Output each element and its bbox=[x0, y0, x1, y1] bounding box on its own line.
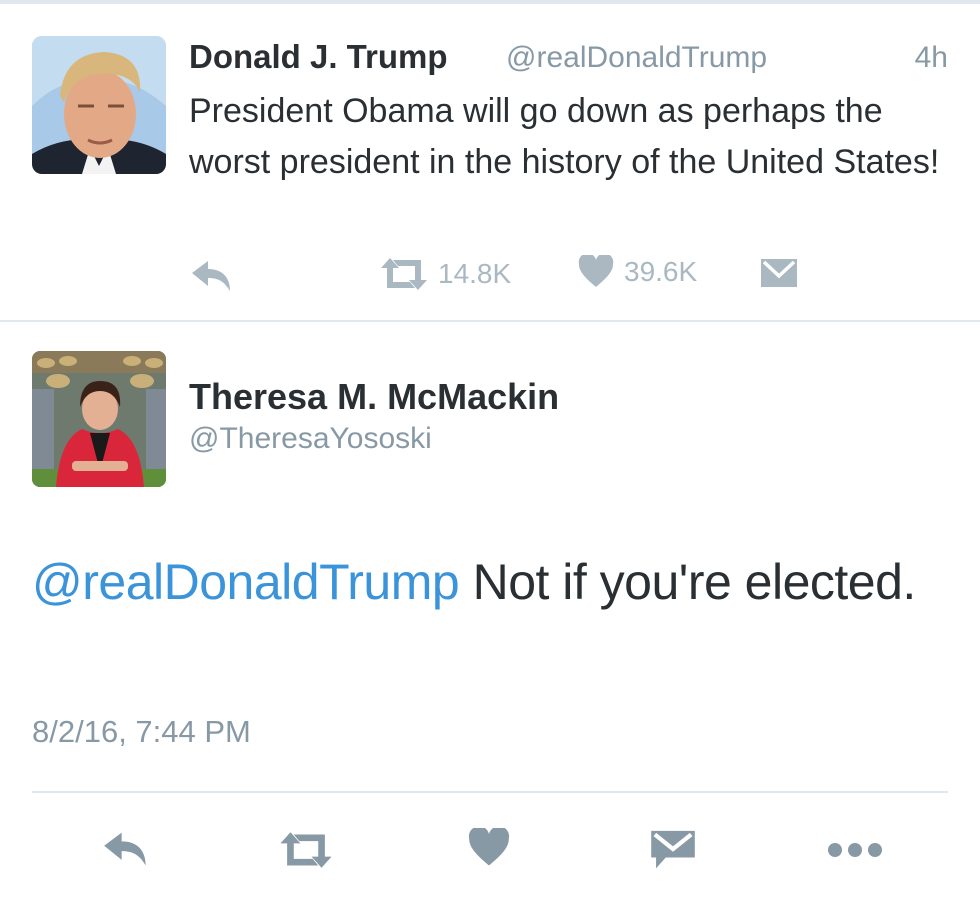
like-icon bbox=[468, 826, 510, 866]
reply-icon bbox=[192, 261, 230, 291]
retweet-icon bbox=[381, 258, 427, 290]
avatar-photo bbox=[32, 351, 166, 487]
like-count: 39.6K bbox=[624, 256, 698, 287]
reply-icon bbox=[104, 832, 146, 866]
tweet-time[interactable]: 4h bbox=[915, 41, 948, 75]
avatar-portrait bbox=[32, 36, 166, 174]
reply-author-handle[interactable]: @TheresaYososki bbox=[189, 422, 432, 456]
reply-action-button[interactable] bbox=[102, 830, 150, 873]
tweet-divider bbox=[0, 320, 980, 322]
author-name[interactable]: Donald J. Trump bbox=[189, 38, 448, 76]
retweet-icon bbox=[280, 832, 332, 868]
more-button[interactable] bbox=[826, 840, 884, 865]
quoted-tweet[interactable]: Donald J. Trump @realDonaldTrump 4h Pres… bbox=[0, 4, 980, 320]
author-handle[interactable]: @realDonaldTrump bbox=[506, 41, 767, 75]
mention-link[interactable]: @realDonaldTrump bbox=[32, 554, 460, 610]
message-icon bbox=[651, 830, 695, 869]
reply-timestamp: 8/2/16, 7:44 PM bbox=[32, 714, 251, 749]
reply-author-name[interactable]: Theresa M. McMackin bbox=[189, 376, 559, 418]
more-icon bbox=[828, 843, 882, 857]
message-button[interactable] bbox=[760, 257, 798, 289]
actions-divider bbox=[32, 791, 948, 793]
like-icon bbox=[578, 255, 614, 287]
reply-text: @realDonaldTrump Not if you're elected. bbox=[32, 545, 952, 619]
reply-button[interactable] bbox=[190, 259, 234, 293]
reply-body: Not if you're elected. bbox=[459, 554, 917, 610]
reply-author-avatar[interactable] bbox=[32, 351, 166, 487]
retweet-action-button[interactable] bbox=[278, 830, 334, 875]
like-action-button[interactable] bbox=[468, 826, 510, 873]
like-button[interactable]: 39.6K bbox=[578, 255, 697, 289]
retweet-button[interactable]: 14.8K bbox=[380, 256, 511, 292]
message-action-button[interactable] bbox=[650, 828, 696, 875]
tweet-text: President Obama will go down as perhaps … bbox=[189, 92, 940, 181]
message-icon bbox=[761, 259, 797, 287]
author-avatar[interactable] bbox=[32, 36, 166, 174]
retweet-count: 14.8K bbox=[438, 258, 512, 289]
